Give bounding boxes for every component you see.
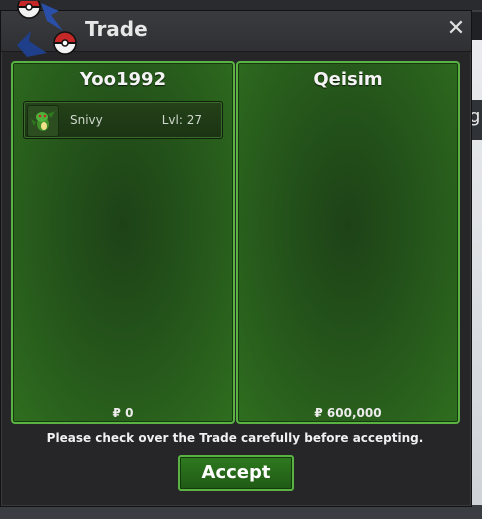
right-player-name: Qeisim bbox=[313, 69, 383, 90]
trade-notice: Please check over the Trade carefully be… bbox=[46, 431, 424, 445]
right-money: ₽ 600,000 bbox=[314, 406, 382, 420]
close-button[interactable]: ✕ bbox=[445, 16, 467, 42]
left-money: ₽ 0 bbox=[112, 406, 134, 420]
dialog-title: Trade bbox=[85, 17, 148, 41]
item-level: Lvl: 27 bbox=[161, 113, 202, 127]
trade-panel-left: Yoo1992 Snivy Lvl: 27 ₽ 0 bbox=[11, 61, 235, 424]
accept-button[interactable]: Accept bbox=[178, 455, 294, 491]
trade-dialog: Trade ✕ Yoo1992 Snivy Lvl: 27 ₽ 0 Qeisim… bbox=[0, 1, 472, 507]
trade-panel-right: Qeisim ₽ 600,000 bbox=[236, 61, 460, 424]
trade-item-snivy[interactable]: Snivy Lvl: 27 bbox=[23, 101, 223, 139]
item-name: Snivy bbox=[70, 113, 103, 127]
dialog-titlebar[interactable]: Trade ✕ bbox=[1, 1, 471, 57]
trade-logo-icon bbox=[17, 1, 77, 57]
snivy-icon bbox=[27, 105, 59, 137]
close-icon: ✕ bbox=[446, 16, 466, 41]
left-player-name: Yoo1992 bbox=[79, 69, 167, 90]
background-bottom-bar bbox=[0, 505, 482, 519]
